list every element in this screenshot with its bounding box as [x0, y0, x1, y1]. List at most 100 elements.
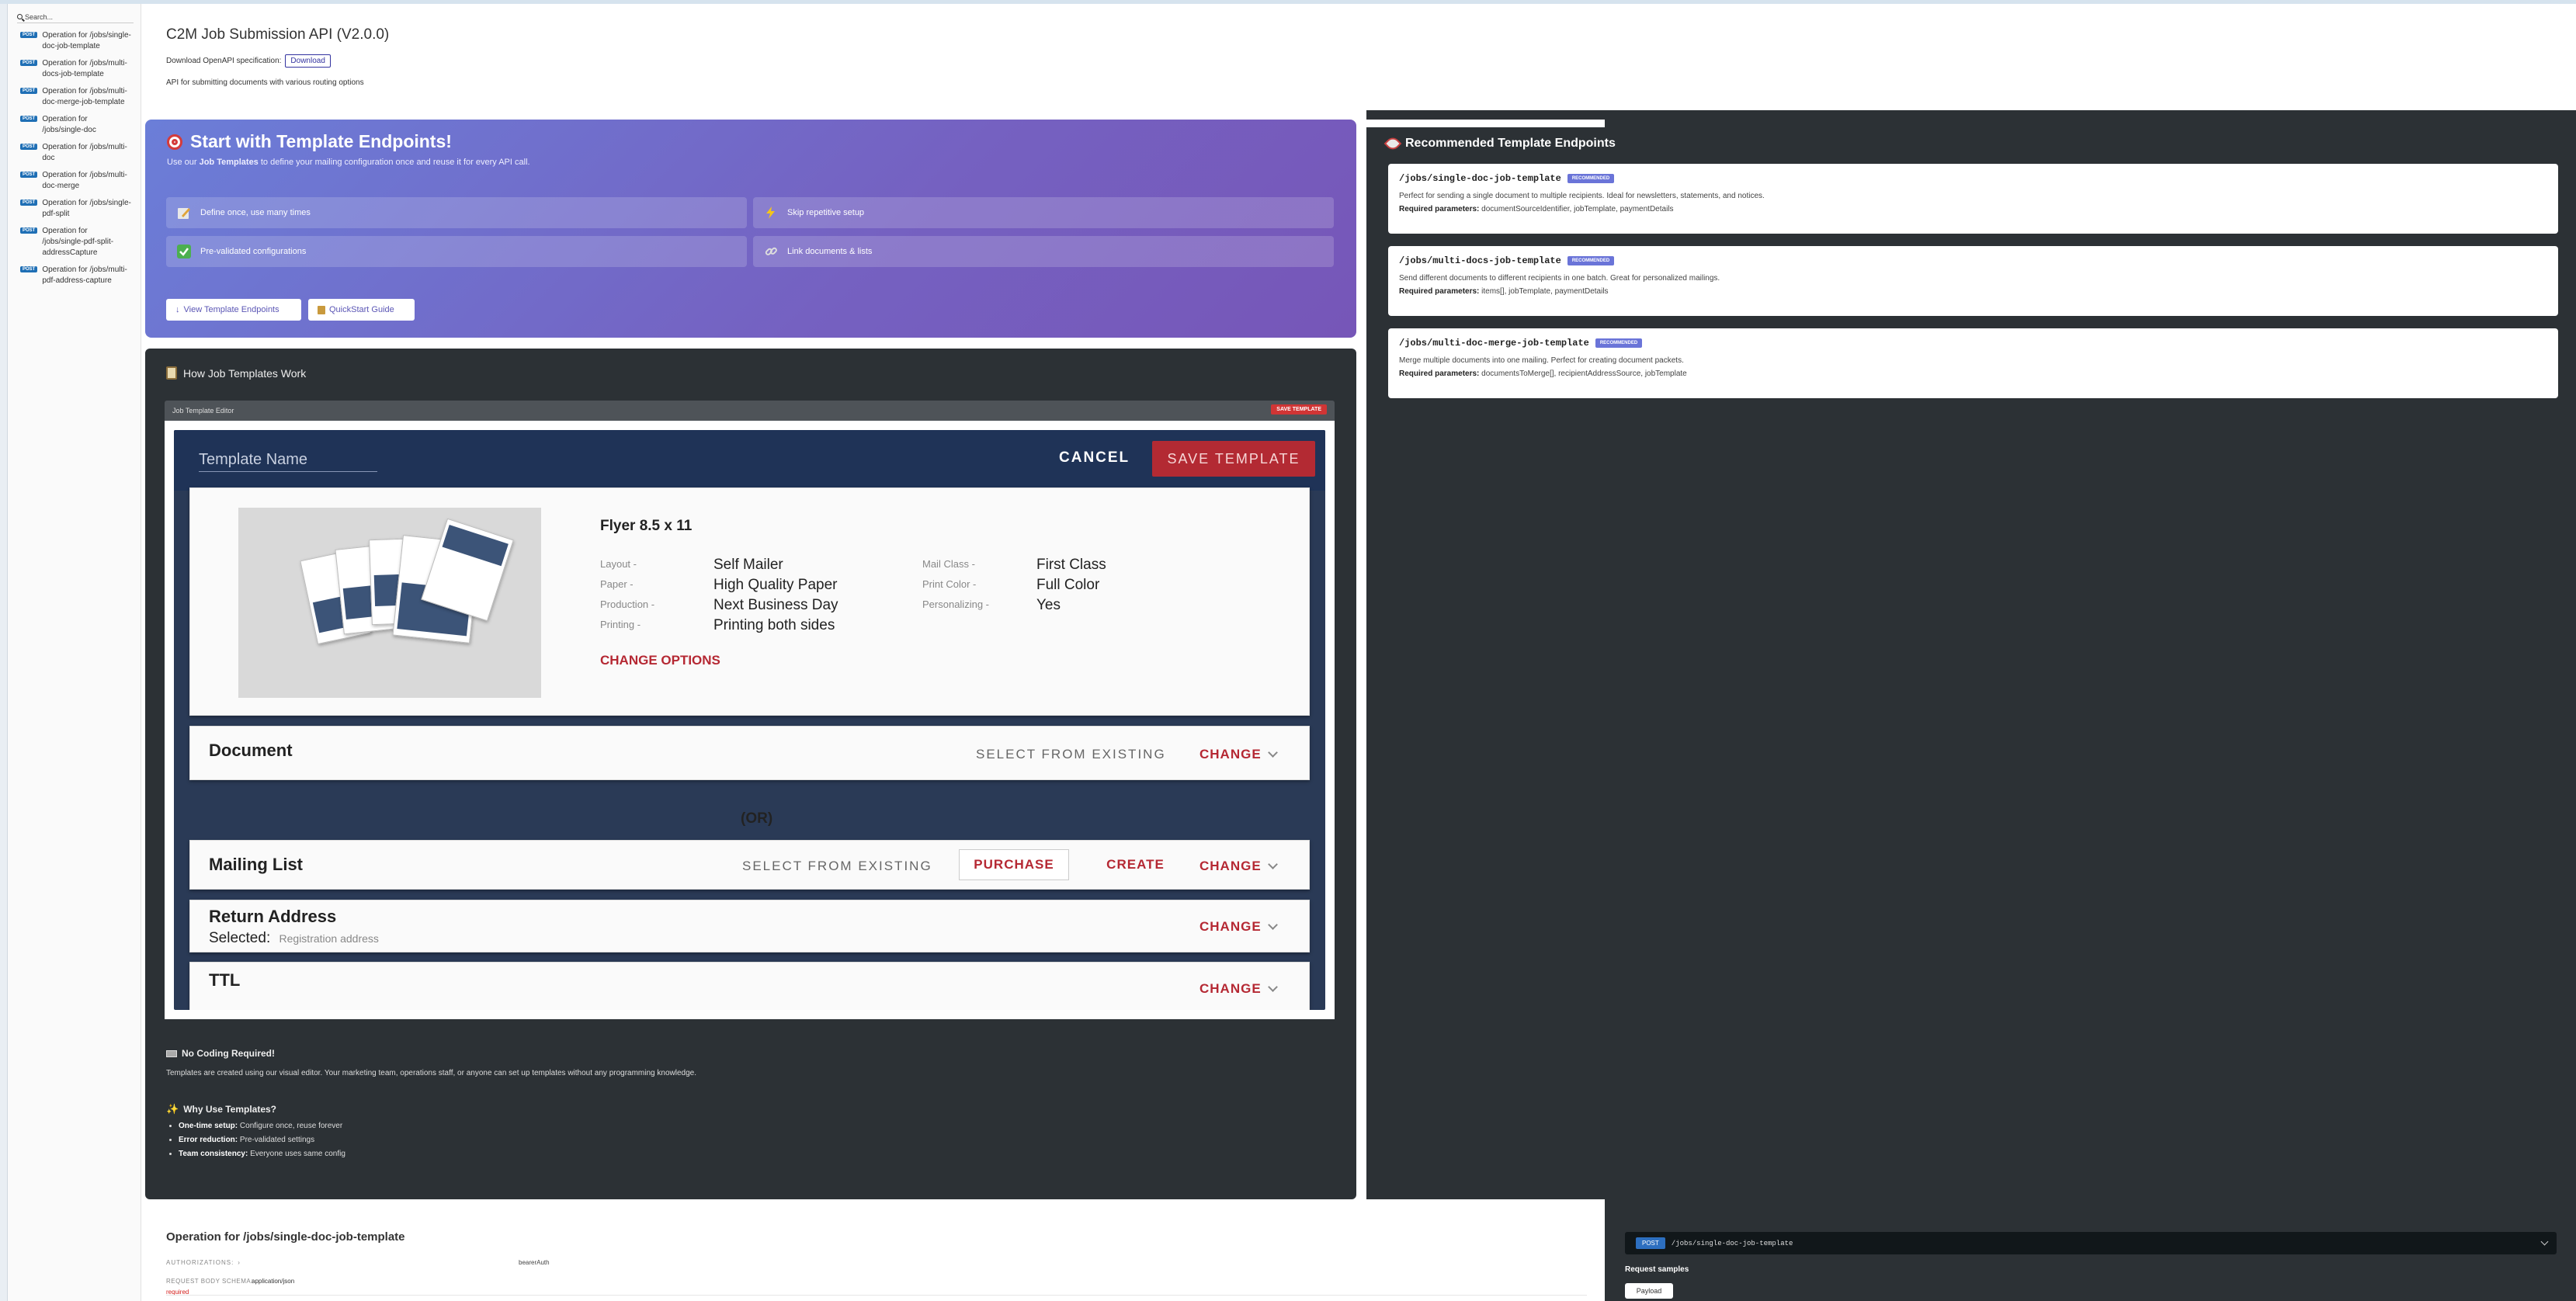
spec-value: Self Mailer [713, 557, 783, 573]
endpoint-required: Required parameters: documentsToMerge[],… [1399, 369, 2547, 378]
sidebar-item-label: Operation for /jobs/single-doc [42, 115, 96, 134]
spec-label: Paper - [600, 578, 634, 590]
selected-label: Selected: [209, 930, 271, 946]
post-badge: POST [20, 199, 38, 206]
required-params: items[], jobTemplate, paymentDetails [1481, 287, 1609, 296]
sidebar-item-label: Operation for /jobs/multi-doc-merge [42, 171, 127, 190]
feature-label: Skip repetitive setup [787, 208, 865, 217]
download-button[interactable]: Download [285, 54, 331, 68]
post-badge: POST [20, 88, 38, 94]
sidebar-nav: POST Operation for /jobs/single-doc-job-t… [20, 30, 138, 293]
change-link: CHANGE [1199, 859, 1278, 874]
sidebar-item-single-pdf-split-addresscapture[interactable]: POST Operation for /jobs/single-pdf-split… [20, 226, 138, 258]
spec-label: Layout - [600, 558, 637, 570]
sidebar-item-single-doc[interactable]: POST Operation for /jobs/single-doc [20, 114, 138, 136]
chevron-down-icon [1267, 748, 1278, 758]
view-template-endpoints-button[interactable]: ↓ View Template Endpoints [166, 299, 301, 321]
post-badge: POST [20, 172, 38, 178]
api-description: API for submitting documents with variou… [166, 78, 364, 87]
sidebar-item-multi-doc-merge-job-template[interactable]: POST Operation for /jobs/multi-doc-merge-… [20, 86, 138, 108]
method-badge: POST [1636, 1237, 1665, 1249]
template-hero: Start with Template Endpoints! Use our J… [145, 120, 1356, 338]
hero-title: Start with Template Endpoints! [167, 131, 452, 152]
why-item-text: Everyone uses same config [250, 1150, 345, 1158]
endpoint-card[interactable]: /jobs/single-doc-job-template RECOMMENDED… [1388, 164, 2558, 234]
change-options-link: CHANGE OPTIONS [600, 653, 720, 668]
spec-value: Next Business Day [713, 597, 838, 613]
spec-value: First Class [1036, 557, 1106, 573]
clipboard-icon [166, 366, 177, 380]
endpoint-path: /jobs/multi-doc-merge-job-template [1399, 338, 1589, 349]
list-item: Error reduction: Pre-validated settings [179, 1136, 345, 1144]
spec-value: High Quality Paper [713, 577, 838, 593]
why-item-bold: One-time setup: [179, 1122, 238, 1130]
change-link: CHANGE [1199, 981, 1278, 997]
sidebar-item-multi-doc[interactable]: POST Operation for /jobs/multi-doc [20, 142, 138, 164]
spec-label: Mail Class - [922, 558, 975, 570]
endpoint-path-line: /jobs/multi-docs-job-template RECOMMENDED [1399, 255, 2547, 266]
list-item: One-time setup: Configure once, reuse fo… [179, 1122, 345, 1130]
how-title: How Job Templates Work [166, 366, 306, 380]
required-label: Required parameters: [1399, 287, 1480, 296]
request-body-type: application/json [252, 1278, 295, 1285]
sidebar-item-label: Operation for /jobs/single-doc-job-templ… [42, 31, 131, 50]
spec-label: Printing - [600, 619, 641, 630]
editor-titlebar: Job Template Editor SAVE TEMPLATE [165, 401, 1335, 421]
search-input[interactable]: Search... [17, 11, 134, 23]
or-divider: (OR) [741, 810, 773, 827]
link-icon [764, 245, 778, 258]
sidebar-item-multi-docs-job-template[interactable]: POST Operation for /jobs/multi-docs-job-t… [20, 58, 138, 80]
select-existing-label: SELECT FROM EXISTING [976, 747, 1166, 762]
sidebar-item-label: Operation for /jobs/single-pdf-split-add… [42, 227, 114, 257]
endpoint-card[interactable]: /jobs/multi-doc-merge-job-template RECOMM… [1388, 328, 2558, 398]
return-address-row: Return Address Selected: Registration ad… [189, 900, 1310, 952]
chevron-down-icon [1267, 859, 1278, 869]
purchase-button: PURCHASE [959, 849, 1069, 880]
why-templates-list: One-time setup: Configure once, reuse fo… [179, 1122, 345, 1164]
quickstart-guide-button[interactable]: QuickStart Guide [308, 299, 415, 321]
document-row: Document SELECT FROM EXISTING CHANGE [189, 726, 1310, 780]
flyer-title: Flyer 8.5 x 11 [600, 518, 693, 534]
sidebar-item-multi-doc-merge[interactable]: POST Operation for /jobs/multi-doc-merge [20, 170, 138, 192]
payload-tab[interactable]: Payload [1625, 1283, 1673, 1299]
required-params: documentSourceIdentifier, jobTemplate, p… [1481, 205, 1674, 213]
endpoint-description: Perfect for sending a single document to… [1399, 192, 1765, 200]
why-item-text: Pre-validated settings [239, 1136, 315, 1144]
chevron-down-icon [1267, 920, 1278, 930]
endpoint-path: /jobs/multi-docs-job-template [1399, 255, 1561, 266]
template-name-field: Template Name [199, 451, 377, 472]
feature-prevalidated: Pre-validated configurations [166, 236, 747, 267]
editor-screenshot: Template Name CANCEL SAVE TEMPLATE Flyer… [165, 421, 1335, 1019]
sidebar-item-label: Operation for /jobs/multi-pdf-address-ca… [42, 265, 127, 285]
feature-define-once: Define once, use many times [166, 197, 747, 228]
ttl-title: TTL [209, 970, 241, 990]
change-label: CHANGE [1199, 919, 1262, 934]
hero-subtitle: Use our Job Templates to define your mai… [167, 158, 530, 167]
sidebar-item-single-pdf-split[interactable]: POST Operation for /jobs/single-pdf-split [20, 198, 138, 220]
endpoint-required: Required parameters: documentSourceIdent… [1399, 205, 2547, 213]
editor-save-button[interactable]: SAVE TEMPLATE [1271, 404, 1327, 415]
change-label: CHANGE [1199, 981, 1262, 996]
request-body-label: REQUEST BODY SCHEMA: [166, 1278, 253, 1285]
change-label: CHANGE [1199, 747, 1262, 762]
spec-value: Printing both sides [713, 617, 835, 633]
no-coding-title-text: No Coding Required! [182, 1048, 275, 1059]
sidebar-item-label: Operation for /jobs/multi-docs-job-templ… [42, 59, 127, 78]
authorizations[interactable]: AUTHORIZATIONS: › [166, 1259, 241, 1266]
recommended-title-text: Recommended Template Endpoints [1405, 137, 1616, 150]
sidebar-item-multi-pdf-address-capture[interactable]: POST Operation for /jobs/multi-pdf-addres… [20, 265, 138, 286]
document-title: Document [209, 741, 293, 760]
chevron-down-icon [2540, 1237, 2549, 1246]
feature-skip-setup: Skip repetitive setup [753, 197, 1334, 228]
recommended-badge: RECOMMENDED [1595, 338, 1643, 348]
endpoint-path: /jobs/single-doc-job-template [1671, 1239, 1793, 1247]
top-border [0, 0, 2576, 4]
sidebar-item-single-doc-job-template[interactable]: POST Operation for /jobs/single-doc-job-t… [20, 30, 138, 52]
endpoint-card[interactable]: /jobs/multi-docs-job-template RECOMMENDED… [1388, 246, 2558, 316]
spec-label: Personalizing - [922, 598, 989, 610]
spec-value: Full Color [1036, 577, 1100, 593]
operation-title: Operation for /jobs/single-doc-job-templ… [166, 1230, 405, 1244]
select-existing-label: SELECT FROM EXISTING [742, 859, 932, 873]
how-templates-card: How Job Templates Work Job Template Edit… [145, 349, 1356, 1199]
endpoint-bar[interactable]: POST /jobs/single-doc-job-template [1625, 1232, 2557, 1254]
